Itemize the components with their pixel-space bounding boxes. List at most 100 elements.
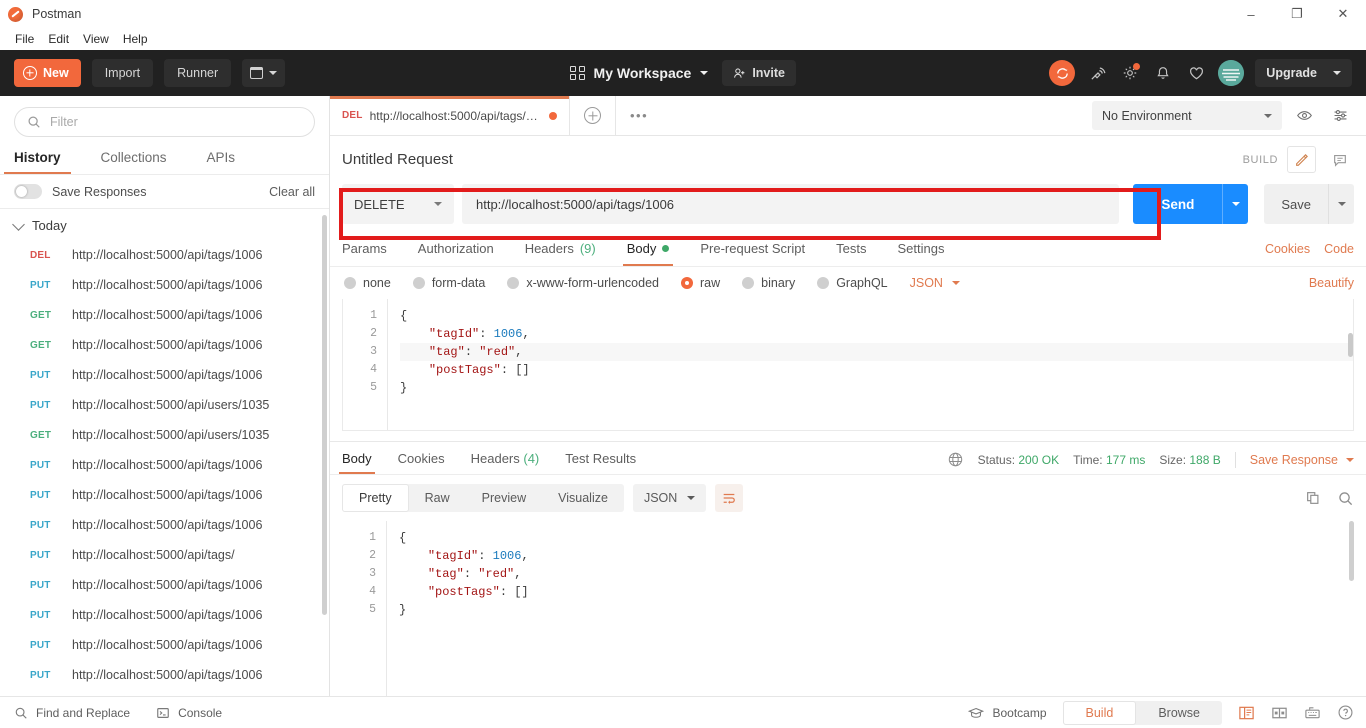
response-body-code[interactable]: { "tagId": 1006, "tag": "red", "postTags…: [386, 521, 1354, 696]
list-item[interactable]: DEL http://localhost:5000/api/tags/1006: [0, 240, 329, 270]
body-type-none[interactable]: none: [344, 276, 391, 290]
close-button[interactable]: ✕: [1320, 0, 1366, 28]
url-input[interactable]: [462, 184, 1120, 224]
avatar[interactable]: [1218, 60, 1245, 86]
list-item[interactable]: GET http://localhost:5000/api/users/1035: [0, 420, 329, 450]
new-tab-button[interactable]: [570, 96, 616, 135]
satellite-icon[interactable]: [1086, 62, 1108, 84]
edit-mode-button[interactable]: [1287, 146, 1316, 173]
keyboard-shortcuts-button[interactable]: [1304, 705, 1321, 721]
cookies-link[interactable]: Cookies: [1265, 242, 1310, 256]
search-input[interactable]: [50, 115, 302, 129]
list-item[interactable]: PUT http://localhost:5000/api/users/1035: [0, 390, 329, 420]
bell-icon[interactable]: [1152, 62, 1174, 84]
sync-icon[interactable]: [1049, 60, 1076, 86]
code-link[interactable]: Code: [1324, 242, 1354, 256]
menu-file[interactable]: File: [8, 30, 41, 48]
response-format-select[interactable]: JSON: [632, 484, 707, 512]
heart-icon[interactable]: [1185, 62, 1207, 84]
environment-quick-look-button[interactable]: [1290, 101, 1318, 130]
workspace-selector[interactable]: My Workspace: [570, 65, 709, 81]
environment-select[interactable]: No Environment: [1092, 101, 1282, 130]
list-item[interactable]: GET http://localhost:5000/api/tags/1006: [0, 300, 329, 330]
list-item[interactable]: GET http://localhost:5000/api/tags/1006: [0, 330, 329, 360]
view-mode-pretty[interactable]: Pretty: [342, 484, 409, 512]
build-mode-button[interactable]: Build: [1062, 700, 1137, 725]
comment-button[interactable]: [1325, 146, 1354, 173]
send-options-button[interactable]: [1222, 184, 1249, 224]
http-method-select[interactable]: DELETE: [342, 184, 454, 224]
response-body-editor[interactable]: 1 2 3 4 5 { "tagId": 1006, "tag": "red", "po…: [342, 521, 1354, 696]
browse-mode-button[interactable]: Browse: [1136, 701, 1222, 725]
tab-headers[interactable]: Headers (9): [525, 232, 596, 266]
tab-body[interactable]: Body: [622, 232, 673, 266]
list-item[interactable]: PUT http://localhost:5000/api/tags/1006: [0, 570, 329, 600]
maximize-button[interactable]: ❐: [1274, 0, 1320, 28]
environment-settings-button[interactable]: [1326, 101, 1354, 130]
wrap-lines-button[interactable]: [715, 484, 744, 512]
body-format-select[interactable]: JSON: [910, 276, 960, 290]
body-type-graphql[interactable]: GraphQL: [817, 276, 888, 290]
request-tab[interactable]: DEL http://localhost:5000/api/tags/1…: [330, 96, 570, 135]
body-type-raw[interactable]: raw: [681, 276, 720, 290]
response-tab-body[interactable]: Body: [339, 451, 375, 474]
filter-box[interactable]: [14, 107, 315, 137]
two-pane-view-button[interactable]: [1238, 705, 1255, 721]
list-item[interactable]: PUT http://localhost:5000/api/tags/: [0, 540, 329, 570]
new-window-button[interactable]: [242, 59, 286, 87]
help-button[interactable]: [1337, 704, 1354, 721]
sidebar-tab-apis[interactable]: APIs: [207, 146, 236, 174]
send-button[interactable]: Send: [1133, 184, 1223, 224]
list-item[interactable]: PUT http://localhost:5000/api/tags/1006: [0, 630, 329, 660]
sidebar-tab-collections[interactable]: Collections: [101, 146, 167, 174]
import-button[interactable]: Import: [91, 59, 154, 87]
runner-button[interactable]: Runner: [164, 59, 232, 87]
response-tab-headers[interactable]: Headers (4): [471, 451, 540, 474]
list-item[interactable]: PUT http://localhost:5000/api/tags/1006: [0, 660, 329, 690]
response-tab-test-results[interactable]: Test Results: [565, 451, 636, 474]
request-body-editor[interactable]: 1 2 3 4 5 { "tagId": 1006, "tag": "red", "po…: [342, 299, 1354, 431]
search-icon[interactable]: [1337, 490, 1354, 507]
request-editor-scrollbar[interactable]: [1348, 333, 1353, 357]
tab-pre-request-script[interactable]: Pre-request Script: [700, 232, 805, 266]
sidebar-scrollbar[interactable]: [322, 215, 327, 615]
menu-view[interactable]: View: [76, 30, 116, 48]
gear-icon[interactable]: [1119, 62, 1141, 84]
view-mode-preview[interactable]: Preview: [466, 484, 542, 512]
list-item[interactable]: PUT http://localhost:5000/api/tags/1006: [0, 480, 329, 510]
list-item[interactable]: PUT http://localhost:5000/api/tags/1006: [0, 510, 329, 540]
tab-params[interactable]: Params: [342, 232, 387, 266]
menu-help[interactable]: Help: [116, 30, 155, 48]
list-item[interactable]: PUT http://localhost:5000/api/tags/1006: [0, 450, 329, 480]
body-type-urlencoded[interactable]: x-www-form-urlencoded: [507, 276, 659, 290]
save-responses-toggle[interactable]: [14, 184, 42, 199]
new-button[interactable]: New: [14, 59, 81, 87]
invite-button[interactable]: Invite: [722, 60, 796, 86]
response-tab-cookies[interactable]: Cookies: [398, 451, 445, 474]
response-editor-scrollbar[interactable]: [1349, 521, 1354, 581]
view-mode-visualize[interactable]: Visualize: [542, 484, 624, 512]
tab-tests[interactable]: Tests: [836, 232, 866, 266]
tab-settings[interactable]: Settings: [897, 232, 944, 266]
split-view-button[interactable]: [1271, 705, 1288, 721]
bootcamp-button[interactable]: Bootcamp: [968, 706, 1047, 720]
menu-edit[interactable]: Edit: [41, 30, 76, 48]
tab-options-button[interactable]: •••: [616, 96, 662, 135]
view-mode-raw[interactable]: Raw: [409, 484, 466, 512]
history-group-today[interactable]: Today: [0, 209, 329, 240]
upgrade-button[interactable]: Upgrade: [1255, 59, 1352, 87]
minimize-button[interactable]: –: [1228, 0, 1274, 28]
history-list[interactable]: Today DEL http://localhost:5000/api/tags/…: [0, 209, 329, 696]
find-and-replace-button[interactable]: Find and Replace: [14, 706, 130, 720]
copy-icon[interactable]: [1305, 490, 1321, 506]
body-type-form-data[interactable]: form-data: [412, 276, 485, 290]
save-options-button[interactable]: [1328, 184, 1354, 224]
list-item[interactable]: PUT http://localhost:5000/api/tags/1006: [0, 600, 329, 630]
console-button[interactable]: Console: [156, 706, 222, 720]
clear-all-button[interactable]: Clear all: [269, 185, 315, 199]
sidebar-tab-history[interactable]: History: [4, 146, 70, 174]
body-type-binary[interactable]: binary: [742, 276, 795, 290]
save-response-button[interactable]: Save Response: [1250, 453, 1354, 467]
beautify-button[interactable]: Beautify: [1309, 276, 1354, 290]
tab-authorization[interactable]: Authorization: [418, 232, 494, 266]
